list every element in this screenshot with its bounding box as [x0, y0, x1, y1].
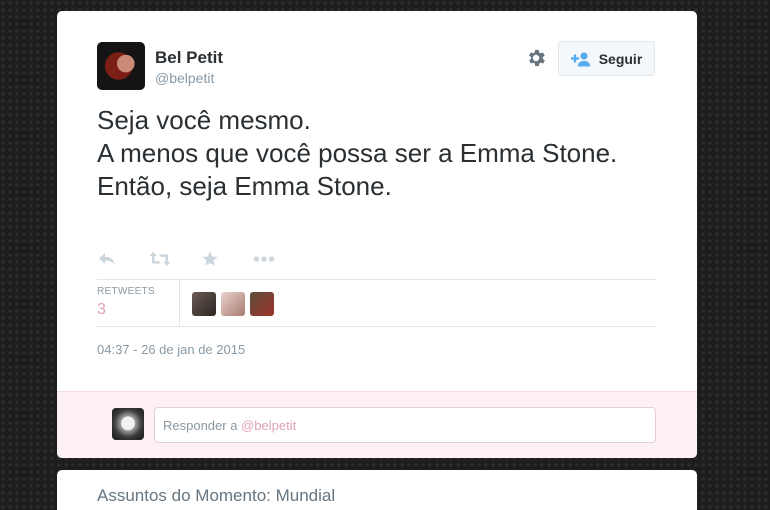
stats-separator	[179, 280, 180, 326]
reply-input[interactable]: Responder a @belpetit	[154, 407, 656, 443]
follow-button[interactable]: Seguir	[558, 41, 655, 76]
tweet-text: Seja você mesmo. A menos que você possa …	[97, 105, 618, 201]
reply-placeholder: Responder a	[163, 418, 242, 433]
more-icon	[253, 256, 275, 262]
author-avatar[interactable]	[97, 42, 145, 90]
retweeter-avatar[interactable]	[221, 292, 245, 316]
retweeter-avatar[interactable]	[192, 292, 216, 316]
retweets-label: RETWEETS	[97, 286, 155, 297]
gear-icon[interactable]	[525, 47, 547, 69]
stats-divider-top	[97, 279, 657, 280]
retweets-count[interactable]: 3	[97, 301, 106, 319]
retweet-action[interactable]	[149, 249, 201, 269]
reply-icon	[99, 253, 115, 265]
reply-action[interactable]	[97, 249, 149, 269]
trends-card: Assuntos do Momento: Mundial	[57, 470, 697, 510]
reply-mention: @belpetit	[241, 418, 297, 433]
author-handle[interactable]: @belpetit	[155, 70, 214, 86]
stats-divider-bottom	[97, 326, 657, 327]
follow-label: Seguir	[598, 50, 643, 67]
reply-area: Responder a @belpetit	[57, 391, 697, 458]
current-user-avatar	[112, 408, 144, 440]
tweet-timestamp[interactable]: 04:37 - 26 de jan de 2015	[97, 342, 245, 357]
author-name[interactable]: Bel Petit	[155, 48, 223, 68]
tweet-actions	[97, 249, 305, 269]
tweet-card: Bel Petit @belpetit Seguir Seja você mes…	[57, 11, 697, 458]
add-user-icon	[570, 51, 590, 66]
more-action[interactable]	[253, 249, 305, 269]
trends-title: Assuntos do Momento: Mundial	[97, 486, 336, 505]
retweeter-avatar[interactable]	[250, 292, 274, 316]
retweet-icon	[149, 252, 171, 266]
favorite-action[interactable]	[201, 249, 253, 269]
favorite-icon	[202, 251, 218, 266]
